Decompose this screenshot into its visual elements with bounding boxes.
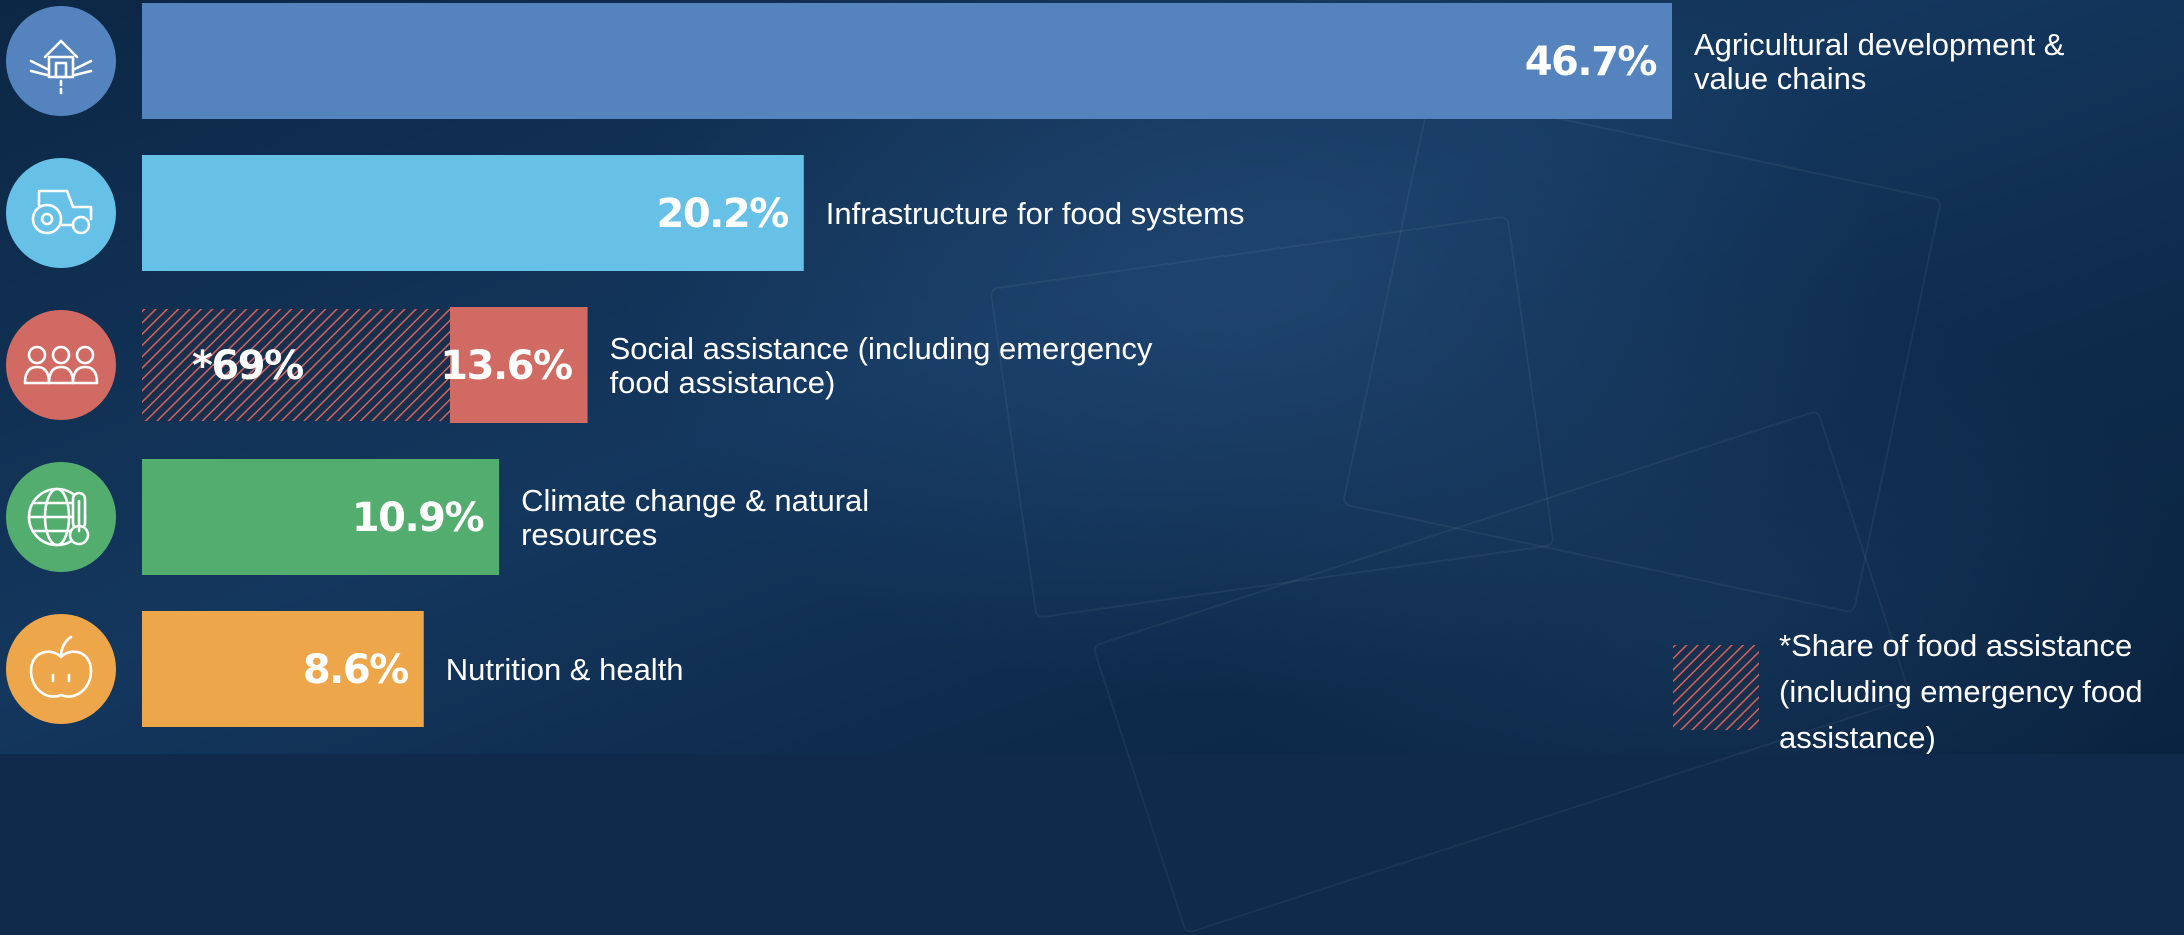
category-label: Social assistance (including emergency fo…: [610, 331, 1153, 400]
category-label: Climate change & natural resources: [521, 483, 869, 552]
bar-value-label: 13.6%: [440, 343, 572, 389]
category-label: Agricultural development & value chains: [1694, 27, 2065, 96]
bar-chart: 46.7% Agricultural development & value cha…: [6, 3, 2143, 754]
bars-layer: 46.7% Agricultural development & value cha…: [142, 3, 2065, 727]
category-label: Infrastructure for food systems: [826, 196, 1245, 231]
bar-value-label: 46.7%: [1525, 39, 1657, 85]
legend-note: *Share of food assistance (including emer…: [1779, 628, 2143, 754]
food-assistance-share-label: *69%: [192, 343, 303, 389]
bar-value-label: 8.6%: [303, 647, 408, 693]
bar-1: [142, 3, 1672, 119]
farm-barn-icon-circle: [6, 6, 116, 116]
people-group-icon-circle: [6, 310, 116, 420]
category-label: Nutrition & health: [446, 652, 684, 687]
bar-value-label: 20.2%: [657, 191, 789, 237]
apple-icon-circle: [6, 614, 116, 724]
icons-layer: [6, 6, 116, 724]
legend: *Share of food assistance (including emer…: [1673, 628, 2143, 754]
bar-value-label: 10.9%: [352, 495, 484, 541]
legend-hatch-swatch: [1673, 645, 1759, 730]
